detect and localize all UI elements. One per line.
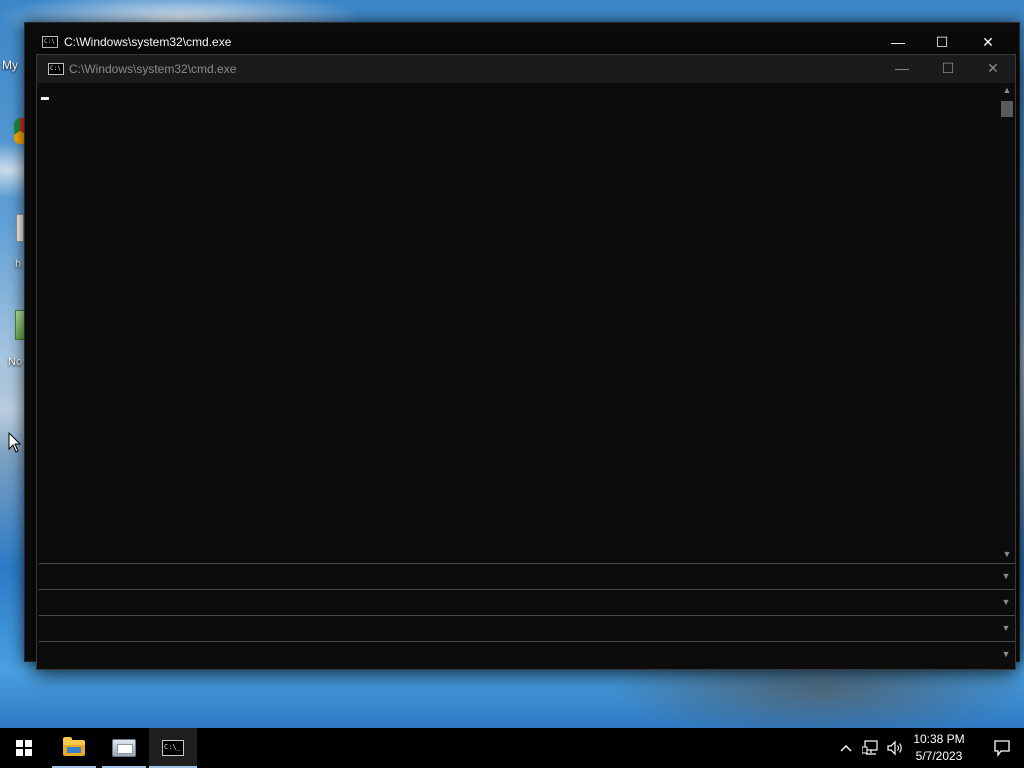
window-title: C:\Windows\system32\cmd.exe — [69, 62, 237, 76]
action-center-icon — [994, 740, 1010, 757]
action-center-button[interactable] — [980, 728, 1024, 768]
taskbar-command-prompt[interactable]: C:\_ — [149, 728, 197, 768]
clock-time: 10:38 PM — [913, 732, 965, 746]
document-desktop-icon[interactable] — [16, 214, 24, 242]
clock-date: 5/7/2023 — [915, 749, 963, 763]
maximize-button[interactable]: ☐ — [925, 55, 971, 81]
server-manager-icon — [112, 739, 136, 757]
cmd-window-front[interactable]: C:\ C:\Windows\system32\cmd.exe — ☐ ✕ ▲ … — [36, 54, 1016, 670]
network-icon — [862, 740, 878, 755]
window-title: C:\Windows\system32\cmd.exe — [64, 35, 232, 49]
desktop-icon-label-no[interactable]: No — [8, 356, 22, 368]
chevron-down-icon[interactable]: ▼ — [999, 647, 1013, 661]
close-button[interactable]: ✕ — [970, 55, 1016, 81]
start-button[interactable] — [0, 728, 48, 768]
chevron-down-icon[interactable]: ▼ — [999, 621, 1013, 635]
taskbar: C:\_ 10:38 PM 5/7/2023 — [0, 728, 1024, 768]
title-bar[interactable]: C:\ C:\Windows\system32\cmd.exe — ☐ ✕ — [37, 55, 1015, 83]
minimize-button[interactable]: — — [879, 55, 925, 81]
chevron-down-icon[interactable]: ▼ — [999, 569, 1013, 583]
scroll-up-arrow-icon[interactable]: ▲ — [999, 83, 1015, 97]
console-pane-1[interactable]: ▼ — [39, 563, 1015, 588]
folder-icon — [63, 737, 85, 756]
cmd-icon: C:\_ — [162, 740, 184, 756]
taskbar-file-explorer[interactable] — [50, 728, 98, 768]
show-hidden-icons-chevron[interactable] — [836, 728, 856, 768]
close-button[interactable]: ✕ — [965, 27, 1011, 57]
minimize-button[interactable]: — — [875, 27, 921, 57]
windows-logo-icon — [16, 740, 32, 756]
vertical-scrollbar[interactable]: ▲ ▼ — [999, 83, 1015, 561]
scroll-down-arrow-icon[interactable]: ▼ — [999, 547, 1015, 561]
mouse-pointer-icon — [8, 432, 22, 453]
console-pane-3[interactable]: ▼ — [39, 615, 1015, 640]
volume-tray-button[interactable] — [884, 728, 906, 768]
taskbar-clock[interactable]: 10:38 PM 5/7/2023 — [906, 728, 972, 768]
scrollbar-thumb[interactable] — [1001, 101, 1013, 117]
text-cursor — [41, 97, 49, 100]
cmd-window-icon: C:\ — [42, 36, 58, 48]
taskbar-server-manager[interactable] — [100, 728, 148, 768]
speaker-icon — [887, 740, 902, 756]
console-pane-4[interactable]: ▼ — [39, 641, 1015, 666]
maximize-button[interactable]: ☐ — [919, 27, 965, 57]
chevron-down-icon[interactable]: ▼ — [999, 595, 1013, 609]
desktop-icon-label-my[interactable]: My — [2, 58, 18, 72]
chevron-up-icon — [840, 745, 852, 752]
network-tray-button[interactable] — [860, 728, 882, 768]
cmd-window-icon: C:\ — [48, 63, 64, 75]
desktop-icon-label-h[interactable]: h — [15, 258, 21, 270]
console-output[interactable] — [39, 83, 999, 561]
console-pane-2[interactable]: ▼ — [39, 589, 1015, 614]
